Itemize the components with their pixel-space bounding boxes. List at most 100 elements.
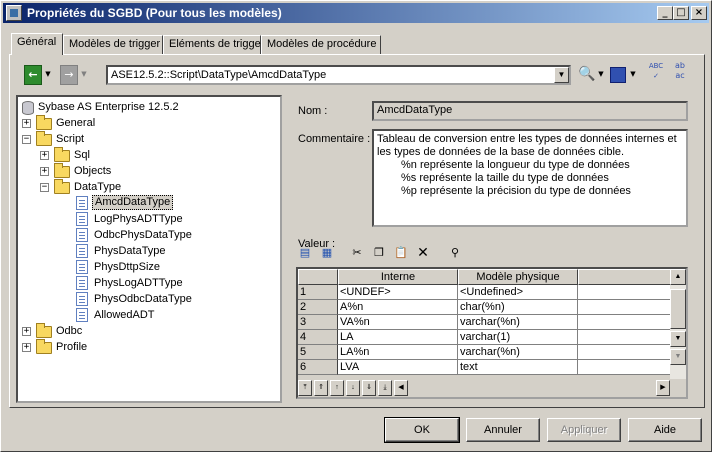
tree-item-root[interactable]: Sybase AS Enterprise 12.5.2 — [38, 99, 179, 115]
cell-modele-physique[interactable]: varchar(%n) — [458, 345, 578, 360]
tree-item-amcddatatype[interactable]: AmcdDataType — [92, 195, 174, 210]
tree-item-objects[interactable]: Objects — [74, 163, 111, 179]
title-bar[interactable]: Propriétés du SGBD (Pour tous les modèle… — [3, 3, 709, 23]
cell-interne[interactable]: LA — [338, 330, 458, 345]
tab-trigger-items[interactable]: Eléments de trigger — [163, 35, 264, 54]
comment-line: Tableau de conversion entre les types de… — [377, 133, 677, 158]
maximize-button[interactable]: □ — [673, 6, 689, 20]
comment-textarea[interactable]: Tableau de conversion entre les types de… — [372, 129, 688, 227]
cell-interne[interactable]: LVA — [338, 360, 458, 375]
tree-item-sql[interactable]: Sql — [74, 147, 90, 163]
tab-general[interactable]: Général — [11, 33, 63, 55]
tab-trigger-templates[interactable]: Modèles de trigger — [63, 35, 163, 54]
cell-modele-physique[interactable]: <Undefined> — [458, 285, 578, 300]
forward-icon[interactable]: → — [60, 65, 78, 85]
move-up-page-icon[interactable]: ⇑ — [314, 380, 328, 396]
name-field[interactable]: AmcdDataType — [372, 101, 688, 121]
tree-item-general[interactable]: General — [56, 115, 95, 131]
move-up-icon[interactable]: ↑ — [330, 380, 344, 396]
tree-view[interactable]: Sybase AS Enterprise 12.5.2 + General − … — [16, 95, 282, 403]
folder-icon — [36, 323, 52, 338]
add-row-icon[interactable]: ▦ — [318, 244, 336, 262]
move-down-page-icon[interactable]: ⇓ — [362, 380, 376, 396]
close-button[interactable]: × — [691, 6, 707, 20]
search-dropdown-icon[interactable]: ▼ — [596, 65, 606, 85]
back-icon[interactable]: ← — [24, 65, 42, 85]
save-dropdown-icon[interactable]: ▼ — [628, 65, 638, 85]
cell-modele-physique[interactable]: text — [458, 360, 578, 375]
expand-icon[interactable]: + — [22, 343, 31, 352]
window-title: Propriétés du SGBD (Pour tous les modèle… — [27, 6, 282, 20]
expand-icon[interactable]: + — [40, 167, 49, 176]
copy-icon[interactable]: ❐ — [370, 244, 388, 262]
database-icon — [22, 101, 34, 115]
folder-icon — [54, 147, 70, 162]
ok-button[interactable]: OK — [384, 417, 460, 443]
apply-button[interactable]: Appliquer — [547, 418, 621, 442]
folder-icon — [54, 163, 70, 178]
scroll-down-icon[interactable]: ▼ — [670, 331, 686, 347]
scroll-thumb[interactable] — [670, 289, 686, 329]
cancel-button[interactable]: Annuler — [466, 418, 540, 442]
cell-modele-physique[interactable]: char(%n) — [458, 300, 578, 315]
text-case-icon[interactable]: ab ac — [670, 61, 690, 81]
column-header-modele-physique[interactable]: Modèle physique — [458, 269, 578, 285]
text-case-icon-text: ab — [675, 61, 685, 70]
tree-item-script[interactable]: Script — [56, 131, 84, 147]
move-bottom-icon[interactable]: ⤓ — [378, 380, 392, 396]
cell-interne[interactable]: <UNDEF> — [338, 285, 458, 300]
cell-interne[interactable]: LA%n — [338, 345, 458, 360]
scroll-left-icon[interactable]: ◀ — [394, 380, 408, 396]
comment-line: %s représente la taille du type de donné… — [401, 172, 609, 184]
tree-item-odbc[interactable]: Odbc — [56, 323, 82, 339]
tree-item-physdatatype[interactable]: PhysDataType — [94, 243, 166, 259]
tree-item-physlogadttype[interactable]: PhysLogADTType — [94, 275, 183, 291]
tree-item-profile[interactable]: Profile — [56, 339, 87, 355]
forward-dropdown-icon[interactable]: ▼ — [79, 65, 89, 85]
spellcheck-icon[interactable]: ABC ✓ — [646, 61, 666, 81]
cell-interne[interactable]: A%n — [338, 300, 458, 315]
tree-item-odbcphysdatatype[interactable]: OdbcPhysDataType — [94, 227, 192, 243]
row-number: 5 — [298, 345, 338, 360]
collapse-icon[interactable]: − — [40, 183, 49, 192]
tab-procedure-templates[interactable]: Modèles de procédure — [261, 35, 381, 54]
cell-empty — [578, 315, 674, 330]
tree-item-physodbcdatatype[interactable]: PhysOdbcDataType — [94, 291, 192, 307]
chevron-down-icon[interactable]: ▼ — [554, 67, 569, 83]
cell-modele-physique[interactable]: varchar(1) — [458, 330, 578, 345]
minimize-button[interactable]: _ — [657, 6, 673, 20]
row-number: 6 — [298, 360, 338, 375]
path-combo[interactable]: ASE12.5.2::Script\DataType\AmcdDataType … — [106, 65, 571, 85]
tree-item-allowedadt[interactable]: AllowedADT — [94, 307, 155, 323]
cell-modele-physique[interactable]: varchar(%n) — [458, 315, 578, 330]
tree-item-datatype[interactable]: DataType — [74, 179, 121, 195]
grid-nav-bar: ⤒ ⇑ ↑ ↓ ⇓ ⤓ ◀ ▶ — [298, 379, 686, 397]
expand-icon[interactable]: + — [40, 151, 49, 160]
tree-item-physdttpsize[interactable]: PhysDttpSize — [94, 259, 160, 275]
scroll-up-icon[interactable]: ▲ — [670, 269, 686, 285]
column-header-interne[interactable]: Interne — [338, 269, 458, 285]
move-down-icon[interactable]: ↓ — [346, 380, 360, 396]
delete-icon[interactable]: ✕ — [414, 244, 432, 262]
help-button[interactable]: Aide — [628, 418, 702, 442]
search-icon[interactable]: 🔍 — [578, 65, 596, 85]
cell-interne[interactable]: VA%n — [338, 315, 458, 330]
cut-icon[interactable]: ✂ — [348, 244, 366, 262]
folder-open-icon — [36, 131, 52, 146]
save-icon[interactable] — [610, 67, 626, 83]
insert-row-icon[interactable]: ▤ — [296, 244, 314, 262]
tree-item-logphysadttype[interactable]: LogPhysADTType — [94, 211, 183, 227]
find-icon[interactable]: ⚲ — [446, 244, 464, 262]
move-top-icon[interactable]: ⤒ — [298, 380, 312, 396]
expand-icon[interactable]: + — [22, 327, 31, 336]
collapse-icon[interactable]: − — [22, 135, 31, 144]
document-icon — [76, 308, 88, 322]
value-grid[interactable]: Interne Modèle physique 1 <UNDEF> <Undef… — [296, 267, 688, 399]
properties-window: Propriétés du SGBD (Pour tous les modèle… — [0, 0, 712, 452]
folder-icon — [36, 115, 52, 130]
paste-icon[interactable]: 📋 — [392, 244, 410, 262]
expand-icon[interactable]: + — [22, 119, 31, 128]
scroll-right-icon[interactable]: ▶ — [656, 380, 670, 396]
back-dropdown-icon[interactable]: ▼ — [43, 65, 53, 85]
grid-vertical-scrollbar[interactable]: ▲ ▼ ▼ — [670, 269, 686, 381]
